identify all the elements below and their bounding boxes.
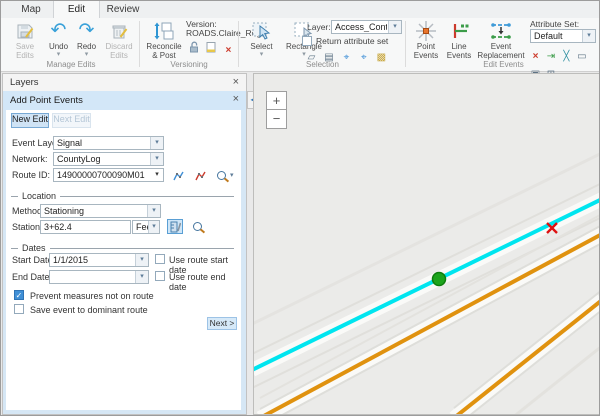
add-point-events-content: New Edit Next Edit Event Layer: Signal ▾… — [3, 110, 246, 414]
tab-edit[interactable]: Edit — [53, 1, 100, 18]
pane-title: Add Point Events — [10, 95, 83, 106]
ribbon-tabstrip: Map Edit Review — [1, 1, 599, 18]
group-selection: Select ▾ Rectangle ▾ Layer: Access_Contr… — [241, 18, 404, 70]
zoom-in-button[interactable]: + — [266, 91, 287, 110]
unlock-icon[interactable] — [187, 41, 200, 54]
chevron-down-icon[interactable]: ▾ — [135, 271, 148, 283]
pick-route-from-map-icon[interactable] — [170, 168, 186, 183]
chevron-down-icon[interactable]: ▾ — [135, 254, 148, 266]
next-button[interactable]: Next > — [207, 317, 237, 330]
pick-station-on-map-icon[interactable] — [167, 219, 183, 234]
network-label: Network: — [12, 154, 48, 164]
station-input[interactable]: 3+62.4 — [40, 220, 131, 234]
station-label: Station: — [12, 222, 43, 232]
attribute-set-select[interactable]: Default ▾ — [530, 29, 596, 43]
use-route-end-date-checkbox[interactable]: ✓ — [155, 271, 165, 281]
dates-section-divider: Dates — [11, 243, 234, 253]
chevron-down-icon[interactable]: ▾ — [73, 51, 100, 58]
point-events-button[interactable]: Point Events — [410, 20, 442, 60]
ribbon: Save Edits ↶ Undo ▾ ↷ Redo ▾ Discard Edi… — [1, 18, 599, 72]
redo-button[interactable]: ↷ Redo ▾ — [73, 20, 100, 58]
location-section-divider: Location — [11, 191, 234, 201]
chevron-down-icon[interactable]: ▾ — [150, 153, 163, 165]
group-edit-events: Point Events Line Events Event Replaceme… — [408, 18, 599, 70]
versioning-tools: × — [187, 40, 235, 58]
dates-section-title: Dates — [22, 243, 46, 253]
app-window: Map Edit Review Save Edits ↶ Undo ▾ ↷ Re… — [0, 0, 600, 416]
group-divider — [238, 21, 239, 67]
new-edit-button[interactable]: New Edit — [11, 113, 49, 128]
prevent-measures-checkbox[interactable]: ✓ — [14, 290, 24, 300]
return-attribute-set-label: Return attribute set — [316, 36, 388, 46]
station-units-select[interactable]: Feet ▾ — [132, 220, 160, 234]
save-dominant-route-checkbox[interactable]: ✓ — [14, 304, 24, 314]
tab-review[interactable]: Review — [98, 1, 148, 18]
end-date-label: End Date: — [12, 272, 52, 282]
reconcile-icon — [144, 20, 184, 42]
route-id-combobox[interactable]: 14900000700090M01 ▾ — [53, 168, 164, 182]
chevron-down-icon[interactable]: ▾ — [148, 221, 159, 233]
chevron-down-icon[interactable]: ▾ — [245, 51, 278, 58]
redo-icon: ↷ — [79, 22, 95, 40]
zoom-to-route-icon[interactable] — [213, 168, 229, 183]
close-icon[interactable]: × — [233, 76, 239, 88]
group-manage-edits: Save Edits ↶ Undo ▾ ↷ Redo ▾ Discard Edi… — [5, 18, 137, 70]
pick-route-from-selection-icon[interactable] — [192, 168, 208, 183]
zoom-out-button[interactable]: − — [266, 110, 287, 129]
save-icon — [7, 20, 43, 42]
return-attribute-set-checkbox[interactable]: ✓ — [302, 36, 312, 46]
event-layer-select[interactable]: Signal ▾ — [53, 136, 164, 150]
attribute-set-label: Attribute Set: — [530, 19, 579, 29]
group-versioning: Reconcile & Post Version: ROADS.Claire_R… — [142, 18, 236, 70]
undo-button[interactable]: ↶ Undo ▾ — [45, 20, 72, 58]
edit-version-icon[interactable] — [204, 41, 217, 54]
tab-map[interactable]: Map — [9, 1, 53, 18]
prevent-measures-label: Prevent measures not on route — [30, 291, 154, 301]
event-replacement-button[interactable]: Event Replacement — [474, 20, 528, 60]
save-dominant-route-label: Save event to dominant route — [30, 305, 148, 315]
trash-icon — [101, 20, 137, 42]
route-id-label: Route ID: — [12, 170, 50, 180]
end-date-picker[interactable]: ▾ — [49, 270, 149, 284]
use-route-end-date-label: Use route end date — [169, 272, 241, 292]
map-zoom-control: + − — [266, 91, 287, 129]
discard-edits-button[interactable]: Discard Edits — [101, 20, 137, 60]
dock-pane: Layers × Add Point Events × New Edit Nex… — [2, 73, 247, 415]
chevron-down-icon[interactable]: ▾ — [45, 51, 72, 58]
use-route-start-date-checkbox[interactable]: ✓ — [155, 254, 165, 264]
method-select[interactable]: Stationing ▾ — [40, 204, 161, 218]
group-divider — [139, 21, 140, 67]
layer-select[interactable]: Access_Control ▾ — [331, 20, 402, 34]
layers-pane-header: Layers × — [3, 74, 246, 92]
chevron-down-icon[interactable]: ▾ — [150, 137, 163, 149]
close-icon[interactable]: × — [233, 93, 239, 105]
point-events-icon — [410, 20, 442, 42]
line-events-button[interactable]: Line Events — [444, 20, 474, 60]
chevron-down-icon[interactable]: ▾ — [388, 21, 401, 33]
layers-title: Layers — [10, 77, 39, 88]
delete-version-icon[interactable]: × — [222, 44, 235, 57]
map-canvas[interactable]: + − — [253, 73, 600, 415]
chevron-down-icon[interactable]: ▾ — [582, 30, 595, 42]
point-event-marker — [433, 273, 446, 286]
chevron-down-icon[interactable]: ▾ — [147, 205, 160, 217]
select-button[interactable]: Select ▾ — [245, 20, 278, 58]
chevron-down-icon[interactable]: ▾ — [151, 169, 163, 181]
layer-label: Layer: — [307, 22, 331, 32]
reconcile-post-button[interactable]: Reconcile & Post — [144, 20, 184, 60]
network-select[interactable]: CountyLog ▾ — [53, 152, 164, 166]
start-date-picker[interactable]: 1/1/2015 ▾ — [49, 253, 149, 267]
location-section-title: Location — [22, 191, 56, 201]
map-graphics — [254, 74, 600, 415]
event-replacement-icon — [474, 20, 528, 42]
select-cursor-icon — [245, 20, 278, 42]
chevron-down-icon[interactable]: ▾ — [230, 171, 234, 179]
undo-icon: ↶ — [51, 22, 67, 40]
save-edits-button[interactable]: Save Edits — [7, 20, 43, 60]
next-edit-button[interactable]: Next Edit — [52, 113, 91, 128]
add-point-events-header: Add Point Events × — [3, 91, 246, 110]
line-events-icon — [444, 20, 474, 42]
group-divider — [405, 21, 406, 67]
zoom-to-station-icon[interactable] — [189, 219, 205, 234]
